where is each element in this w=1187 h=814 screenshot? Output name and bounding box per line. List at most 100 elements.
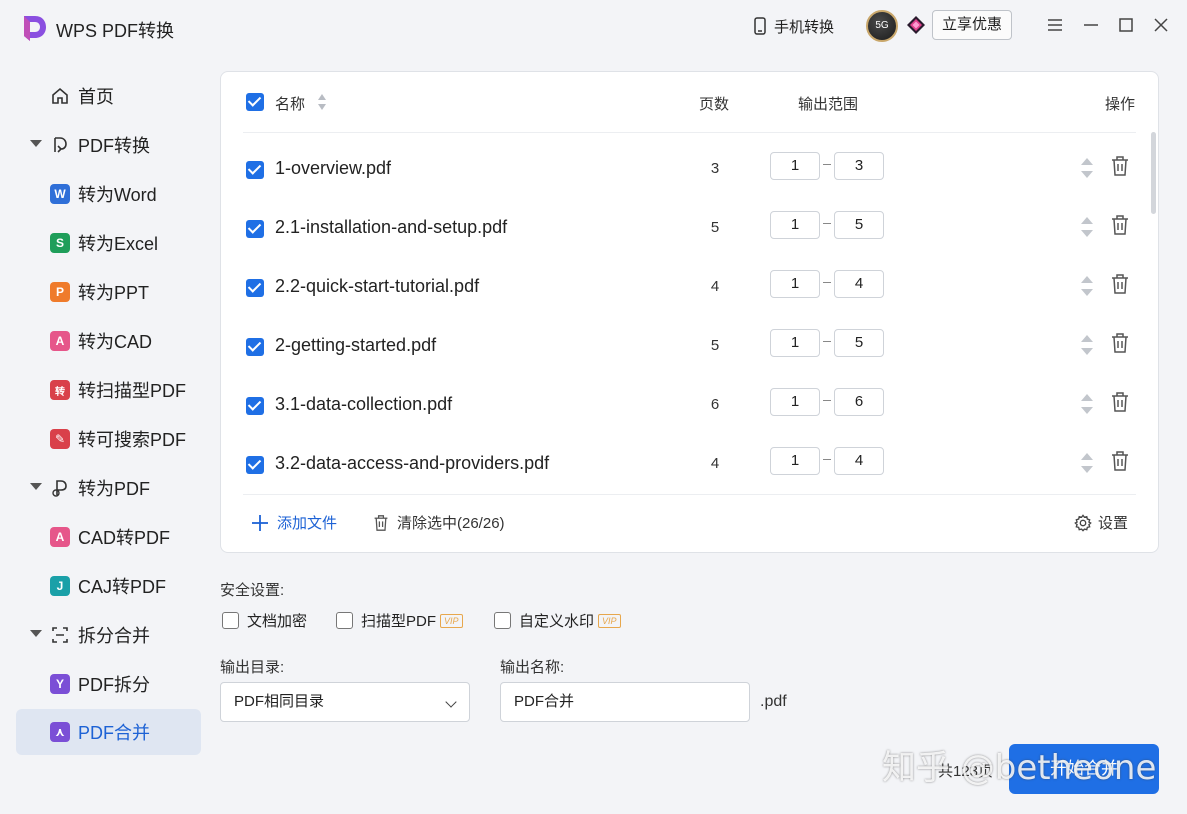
- row-checkbox[interactable]: [246, 279, 264, 297]
- range-from-input[interactable]: 1: [770, 152, 820, 180]
- delete-icon[interactable]: [1110, 273, 1130, 295]
- move-up-down-icon[interactable]: [1080, 274, 1094, 298]
- output-name-input[interactable]: PDF合并: [500, 682, 750, 722]
- sidebar-group-split-merge[interactable]: 拆分合并: [50, 612, 150, 658]
- delete-icon[interactable]: [1110, 391, 1130, 413]
- sidebar-item-to-scan-pdf[interactable]: 转 转扫描型PDF: [50, 367, 186, 413]
- chevron-down-icon: [445, 696, 457, 708]
- zhihu-watermark: 知乎 @betheone: [882, 748, 1157, 788]
- avatar[interactable]: 5G: [866, 10, 898, 42]
- phone-convert-label: 手机转换: [774, 18, 835, 36]
- range-from-input[interactable]: 1: [770, 447, 820, 475]
- wps-pdf-logo: [24, 16, 46, 41]
- sidebar-item-to-ppt[interactable]: P 转为PPT: [50, 269, 149, 315]
- move-up-down-icon[interactable]: [1080, 156, 1094, 180]
- maximize-icon[interactable]: [1115, 14, 1137, 36]
- range-to-input[interactable]: 5: [834, 329, 884, 357]
- delete-icon[interactable]: [1110, 214, 1130, 236]
- sidebar-item-caj-to-pdf[interactable]: J CAJ转PDF: [50, 563, 166, 609]
- delete-icon[interactable]: [1110, 155, 1130, 177]
- scrollbar[interactable]: [1151, 132, 1156, 214]
- sidebar-item-pdf-merge[interactable]: ⋏ PDF合并: [16, 709, 201, 755]
- encrypt-option[interactable]: 文档加密: [222, 610, 307, 631]
- file-extension: .pdf: [760, 693, 787, 710]
- range-from-input[interactable]: 1: [770, 270, 820, 298]
- row-checkbox[interactable]: [246, 220, 264, 238]
- watermark-checkbox[interactable]: [494, 612, 511, 629]
- vip-badge: VIP: [440, 613, 463, 628]
- row-checkbox[interactable]: [246, 456, 264, 474]
- row-checkbox[interactable]: [246, 338, 264, 356]
- table-row[interactable]: 1-overview.pdf 3 1 3: [221, 140, 1151, 199]
- range-to-input[interactable]: 5: [834, 211, 884, 239]
- sidebar-group-pdf-convert[interactable]: PDF转换: [50, 122, 150, 168]
- file-name: 3.2-data-access-and-providers.pdf: [275, 453, 550, 473]
- sidebar-item-to-cad[interactable]: A 转为CAD: [50, 318, 152, 364]
- phone-convert-button[interactable]: 手机转换: [752, 14, 834, 38]
- title-bar: WPS PDF转换 手机转换 5G 立享优惠: [0, 0, 1187, 56]
- minimize-icon[interactable]: [1080, 14, 1102, 36]
- clear-selected-button[interactable]: 清除选中(26/26): [373, 512, 505, 533]
- range-from-input[interactable]: 1: [770, 329, 820, 357]
- range-dash: [823, 400, 831, 401]
- range-dash: [823, 341, 831, 342]
- range-to-input[interactable]: 4: [834, 270, 884, 298]
- table-row[interactable]: 3.2-data-access-and-providers.pdf 4 1 4: [221, 435, 1151, 494]
- gear-icon: [1074, 513, 1092, 532]
- sidebar-item-to-word[interactable]: W 转为Word: [50, 171, 157, 217]
- close-icon[interactable]: [1150, 14, 1172, 36]
- membership-gem-icon[interactable]: [906, 15, 926, 35]
- sidebar-item-label: 转为Excel: [78, 234, 159, 254]
- page-count: 3: [710, 160, 720, 177]
- caj-to-pdf-icon: J: [50, 576, 70, 596]
- row-checkbox[interactable]: [246, 397, 264, 415]
- move-up-down-icon[interactable]: [1080, 333, 1094, 357]
- vip-badge: VIP: [598, 613, 621, 628]
- sort-icon[interactable]: [317, 93, 327, 111]
- row-checkbox[interactable]: [246, 161, 264, 179]
- range-from-input[interactable]: 1: [770, 388, 820, 416]
- delete-icon[interactable]: [1110, 450, 1130, 472]
- file-name: 2-getting-started.pdf: [275, 335, 437, 355]
- select-all-checkbox[interactable]: [246, 93, 264, 111]
- clear-selected-label: 清除选中(26/26): [397, 515, 505, 532]
- table-row[interactable]: 2.1-installation-and-setup.pdf 5 1 5: [221, 199, 1151, 258]
- range-to-input[interactable]: 3: [834, 152, 884, 180]
- move-up-down-icon[interactable]: [1080, 392, 1094, 416]
- delete-icon[interactable]: [1110, 332, 1130, 354]
- column-header-name: 名称: [275, 96, 306, 113]
- sidebar-item-label: PDF合并: [78, 723, 150, 743]
- chevron-down-icon[interactable]: [30, 630, 42, 637]
- encrypt-checkbox[interactable]: [222, 612, 239, 629]
- sidebar-group-to-pdf[interactable]: 转为PDF: [50, 465, 150, 511]
- chevron-down-icon[interactable]: [30, 483, 42, 490]
- range-to-input[interactable]: 4: [834, 447, 884, 475]
- table-row[interactable]: 2.2-quick-start-tutorial.pdf 4 1 4: [221, 258, 1151, 317]
- page-count: 6: [710, 396, 720, 413]
- add-file-button[interactable]: 添加文件: [251, 512, 337, 533]
- output-dir-select[interactable]: PDF相同目录: [220, 682, 470, 722]
- promo-button[interactable]: 立享优惠: [932, 10, 1012, 40]
- sidebar-item-to-searchable-pdf[interactable]: ✎ 转可搜索PDF: [50, 416, 186, 462]
- cad-icon: A: [50, 331, 70, 351]
- range-from-input[interactable]: 1: [770, 211, 820, 239]
- table-row[interactable]: 3.1-data-collection.pdf 6 1 6: [221, 376, 1151, 435]
- sidebar-item-to-excel[interactable]: S 转为Excel: [50, 220, 158, 266]
- sidebar-item-label: PDF转换: [78, 136, 150, 156]
- settings-button[interactable]: 设置: [1074, 512, 1128, 533]
- range-to-input[interactable]: 6: [834, 388, 884, 416]
- ppt-icon: P: [50, 282, 70, 302]
- watermark-option[interactable]: 自定义水印 VIP: [494, 610, 621, 631]
- menu-icon[interactable]: [1044, 14, 1066, 36]
- move-up-down-icon[interactable]: [1080, 451, 1094, 475]
- range-dash: [823, 459, 831, 460]
- sidebar-item-pdf-split[interactable]: Y PDF拆分: [50, 661, 150, 707]
- chevron-down-icon[interactable]: [30, 140, 42, 147]
- sidebar-item-home[interactable]: 首页: [50, 73, 114, 119]
- sidebar-item-cad-to-pdf[interactable]: A CAD转PDF: [50, 514, 170, 560]
- table-row[interactable]: 2-getting-started.pdf 5 1 5: [221, 317, 1151, 376]
- move-up-down-icon[interactable]: [1080, 215, 1094, 239]
- scan-pdf-option[interactable]: 扫描型PDF VIP: [336, 610, 463, 631]
- sidebar-item-label: 转可搜索PDF: [78, 430, 186, 450]
- scan-pdf-checkbox[interactable]: [336, 612, 353, 629]
